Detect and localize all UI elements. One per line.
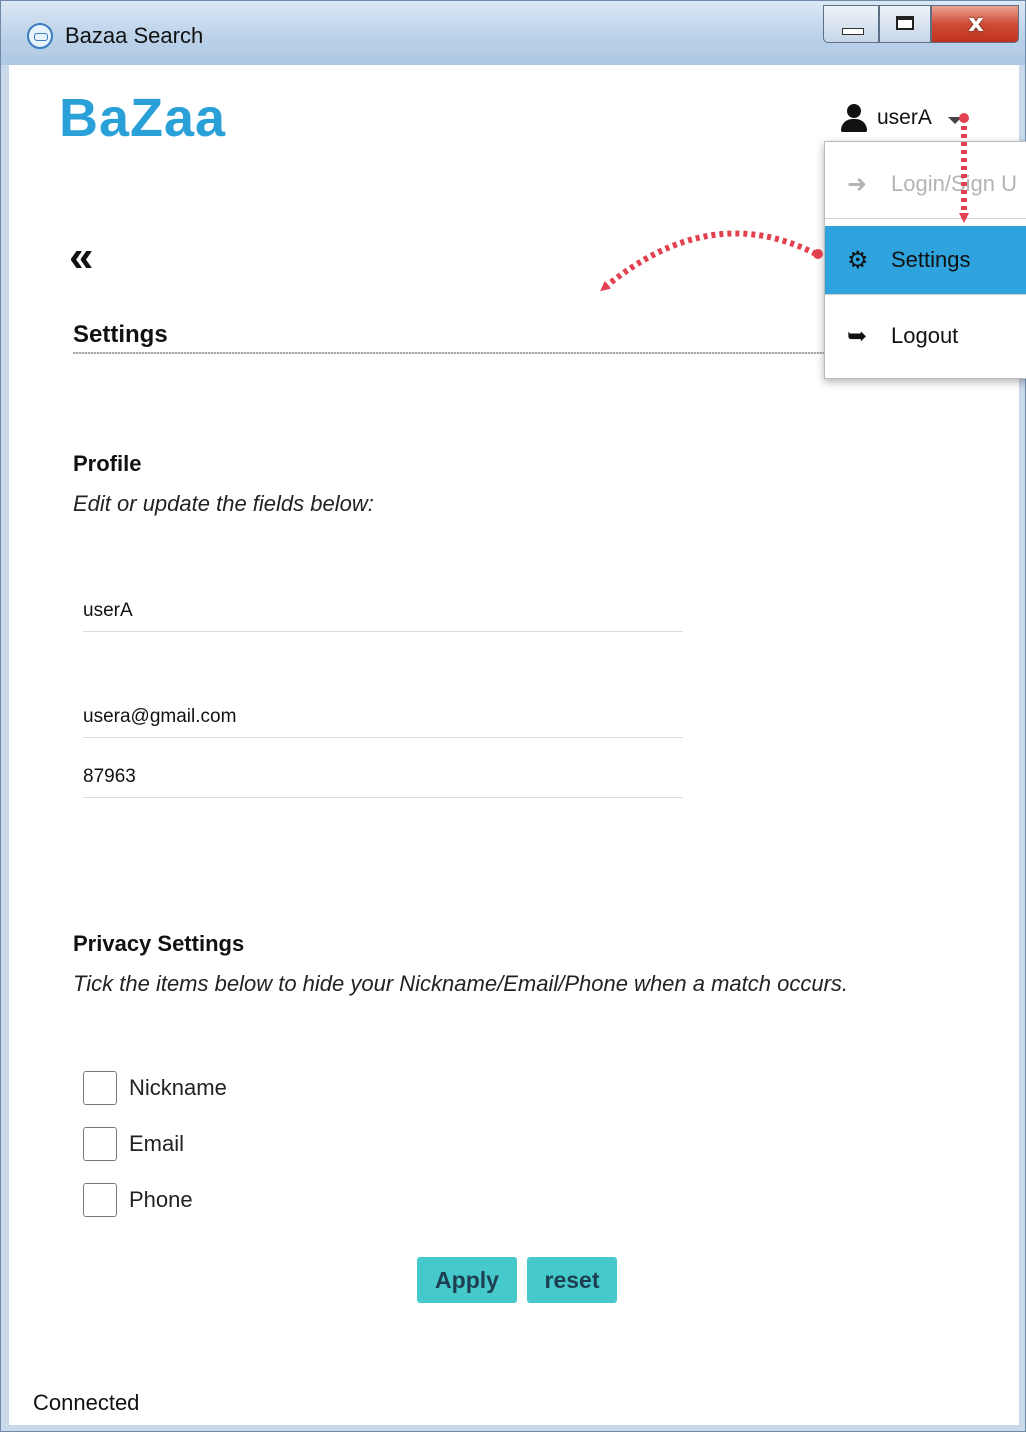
menu-divider (825, 218, 1026, 219)
sign-in-icon: ➜ (847, 170, 868, 198)
maximize-button[interactable] (879, 5, 931, 43)
user-menu-toggle[interactable]: userA (839, 103, 962, 133)
nickname-label: Nickname (129, 1075, 227, 1100)
profile-subtitle: Edit or update the fields below: (73, 491, 374, 516)
user-dropdown-menu: ➜ Login/Sign U ⚙ Settings ➥ Logout (824, 141, 1026, 379)
minimize-icon (842, 28, 864, 35)
menu-item-label: Logout (891, 323, 959, 348)
phone-field[interactable] (83, 757, 683, 798)
user-icon (839, 104, 869, 132)
privacy-subtitle: Tick the items below to hide your Nickna… (73, 971, 849, 996)
reset-button[interactable]: reset (527, 1257, 617, 1303)
menu-item-label: Settings (891, 247, 971, 272)
close-button[interactable]: x (931, 5, 1019, 43)
nickname-option[interactable]: Nickname (83, 1071, 227, 1105)
close-icon: x (968, 9, 984, 37)
phone-option[interactable]: Phone (83, 1183, 193, 1217)
menu-item-label: Login/Sign U (891, 171, 1017, 196)
window-title: Bazaa Search (65, 23, 204, 48)
phone-label: Phone (129, 1187, 193, 1212)
back-chevrons-icon[interactable]: « (69, 235, 93, 279)
divider (73, 352, 833, 354)
phone-checkbox[interactable] (83, 1183, 117, 1217)
email-field[interactable] (83, 697, 683, 738)
menu-item-logout[interactable]: ➥ Logout (825, 302, 1026, 370)
nickname-checkbox[interactable] (83, 1071, 117, 1105)
app-window: Bazaa Search x BaZaa userA « Settings Pr… (0, 0, 1026, 1432)
nickname-field[interactable] (83, 591, 683, 632)
profile-heading: Profile (73, 451, 142, 476)
user-name: userA (877, 106, 932, 129)
title-bar[interactable]: Bazaa Search x (1, 1, 1025, 65)
menu-item-login[interactable]: ➜ Login/Sign U (825, 150, 1026, 218)
gears-icon: ⚙ (847, 246, 869, 274)
maximize-icon (896, 16, 914, 30)
email-checkbox[interactable] (83, 1127, 117, 1161)
caret-down-icon (947, 116, 962, 124)
logo: BaZaa (59, 88, 227, 148)
page-title: Settings (73, 321, 168, 348)
email-label: Email (129, 1131, 185, 1156)
app-icon (27, 23, 53, 49)
privacy-heading: Privacy Settings (73, 931, 245, 956)
email-option[interactable]: Email (83, 1127, 184, 1161)
menu-item-settings[interactable]: ⚙ Settings (825, 226, 1026, 294)
status-text: Connected (33, 1390, 140, 1415)
sign-out-icon: ➥ (847, 322, 868, 350)
apply-button[interactable]: Apply (417, 1257, 517, 1303)
minimize-button[interactable] (823, 5, 879, 43)
app-content: BaZaa userA « Settings Profile Edit or u… (9, 65, 1026, 1425)
menu-divider (825, 294, 1026, 295)
